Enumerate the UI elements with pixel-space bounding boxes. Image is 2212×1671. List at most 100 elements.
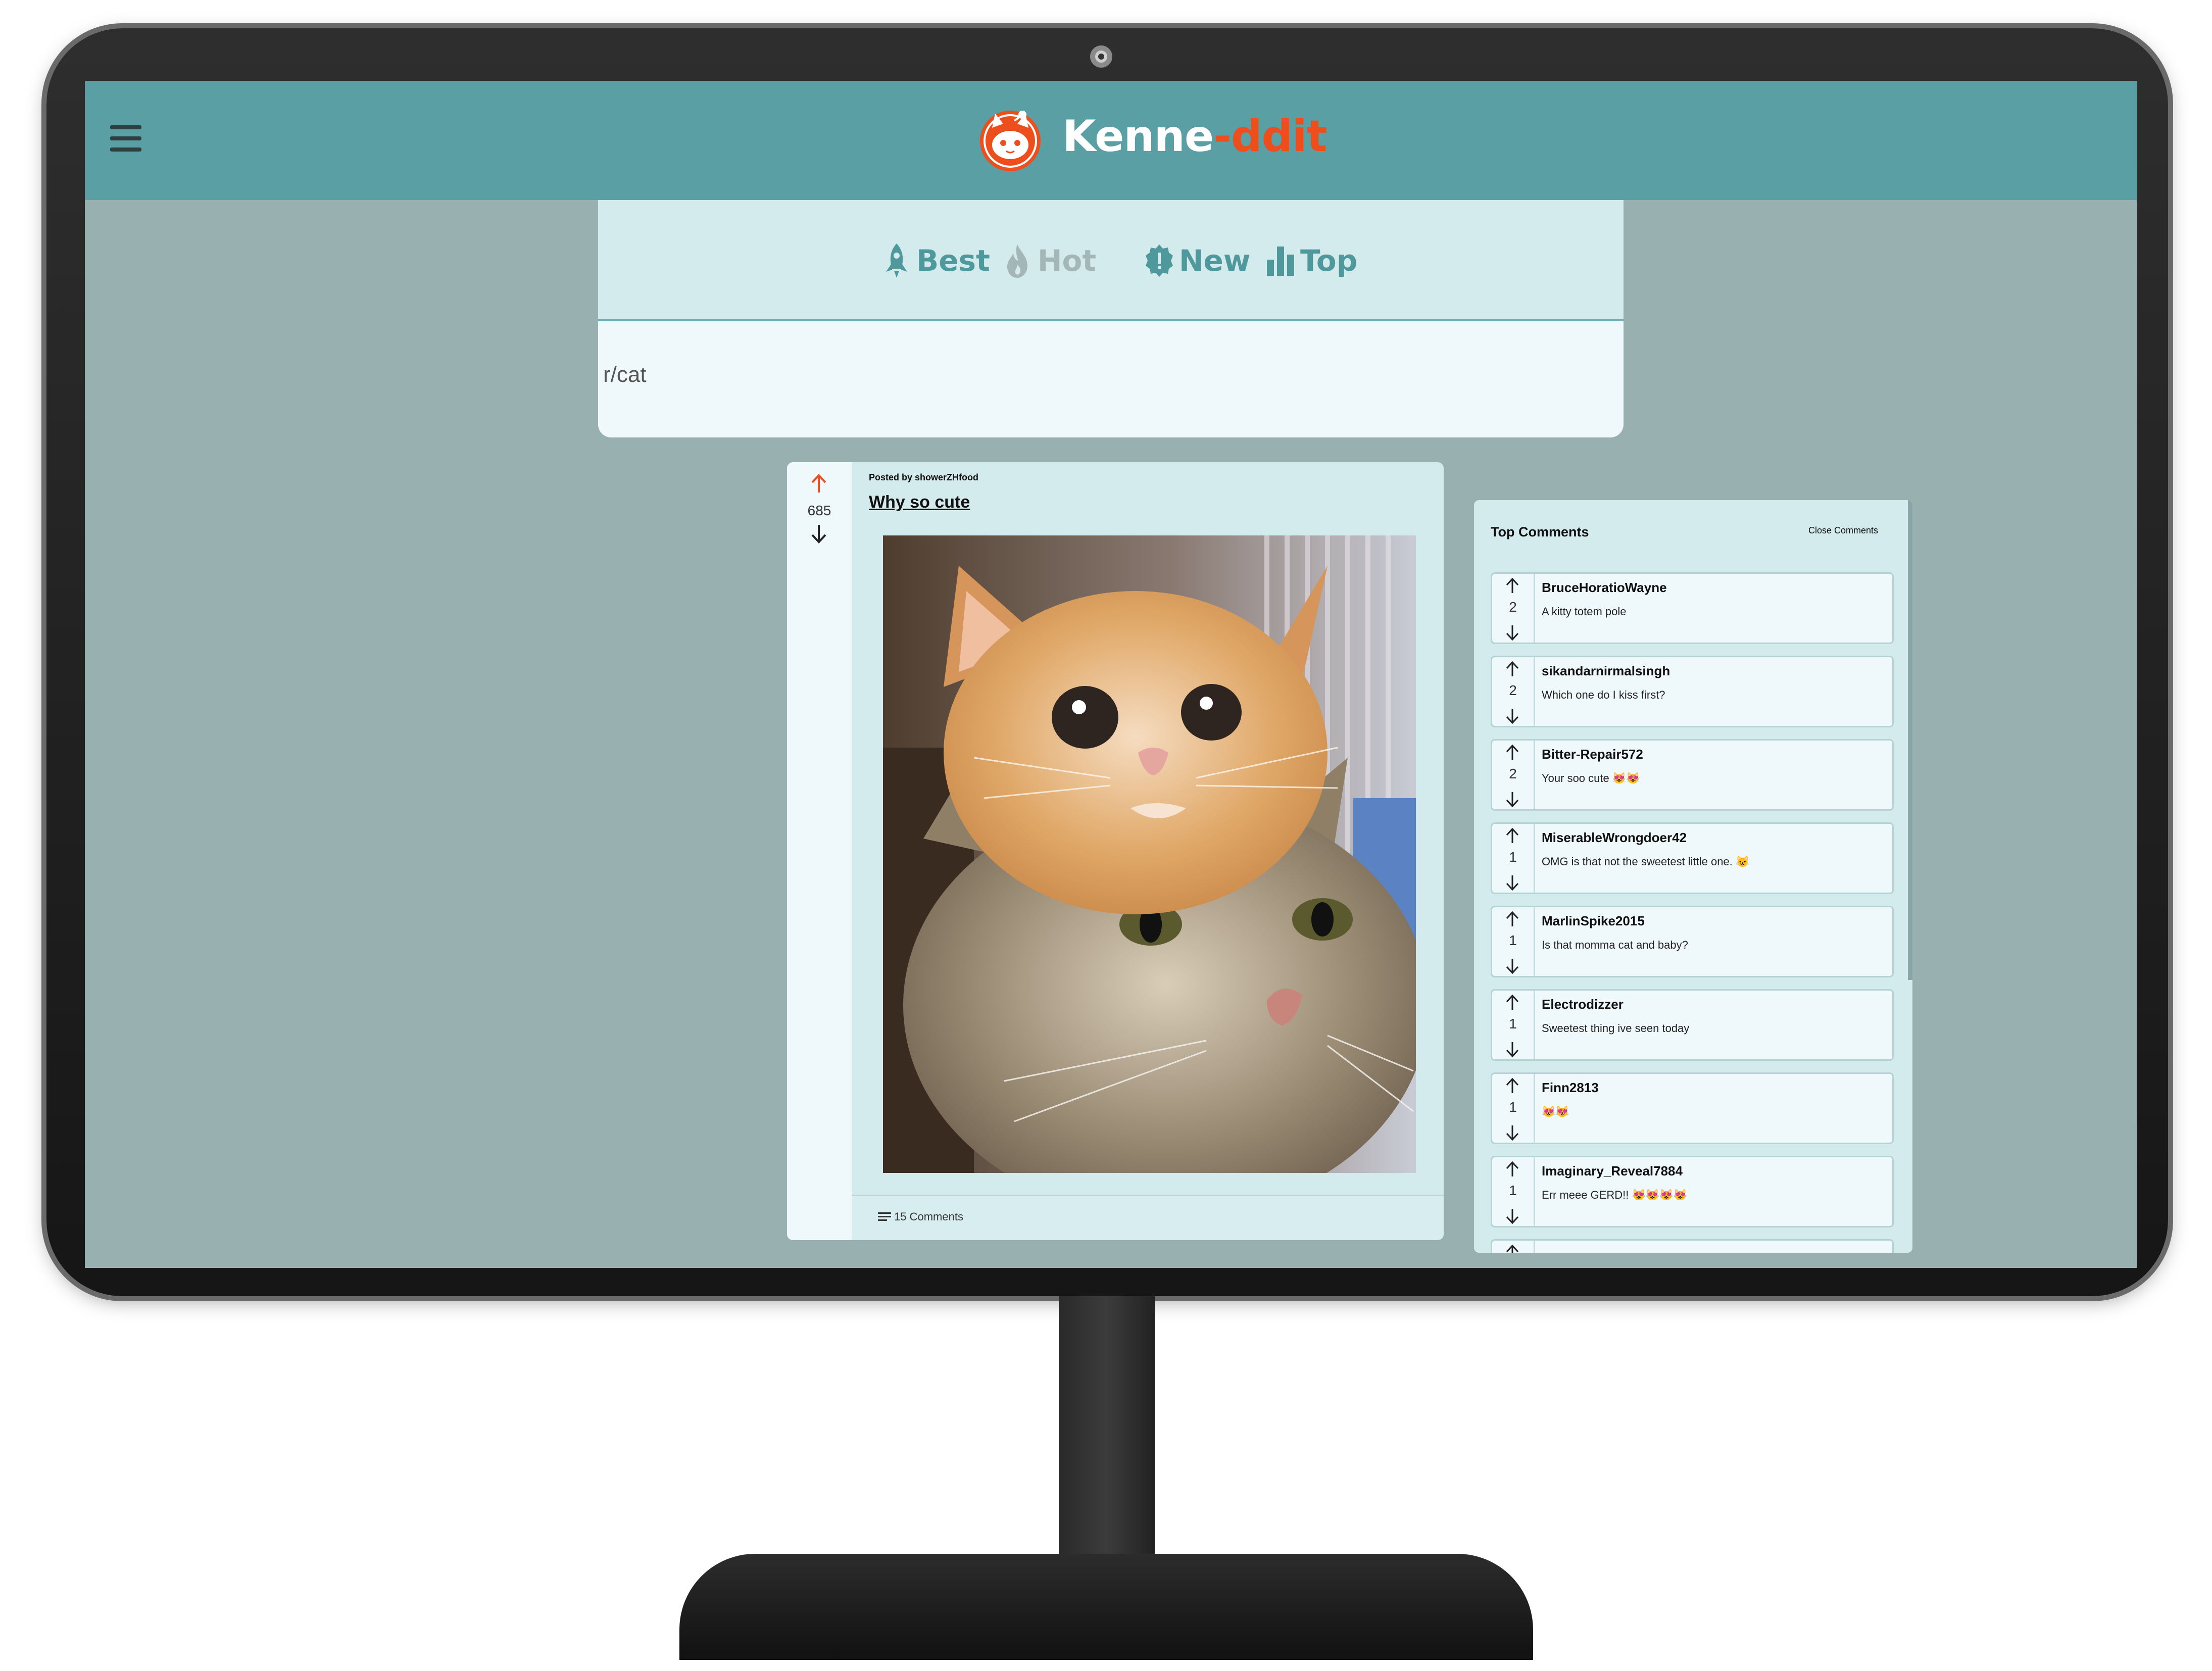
app-screen: Kenne-ddit Best Hot New Top r/cat 685 Po… xyxy=(85,81,2137,1268)
comment-text: OMG is that not the sweetest little one.… xyxy=(1542,855,1750,868)
comment-vote-column: 1 xyxy=(1492,907,1535,976)
brand-accent: -ddit xyxy=(1213,111,1327,162)
comment-author: Electrodizzer xyxy=(1542,997,1624,1012)
comment-vote-column: 2 xyxy=(1492,657,1535,726)
hamburger-menu-icon[interactable] xyxy=(110,125,141,152)
comment-upvote-icon[interactable] xyxy=(1503,577,1521,595)
comment-score: 1 xyxy=(1509,932,1517,948)
comment-item: 2 BruceHoratioWayne A kitty totem pole xyxy=(1491,572,1894,644)
monitor-stand-base xyxy=(679,1554,1533,1660)
comment-downvote-icon[interactable] xyxy=(1503,790,1521,808)
flame-icon xyxy=(1007,244,1027,278)
comment-downvote-icon[interactable] xyxy=(1503,873,1521,892)
comment-item: 1 Finn2813 😻😻 xyxy=(1491,1072,1894,1144)
filter-hot[interactable]: Hot xyxy=(1002,240,1096,281)
brand-title: Kenne-ddit xyxy=(1062,111,1328,162)
comment-upvote-icon[interactable] xyxy=(1503,1160,1521,1178)
cat-logo-icon[interactable] xyxy=(979,104,1042,172)
comment-author: sikandarnirmalsingh xyxy=(1542,663,1670,678)
comment-vote-column: 1 xyxy=(1492,1157,1535,1226)
comments-list-icon xyxy=(878,1212,891,1221)
new-badge-icon xyxy=(1146,244,1173,277)
comment-downvote-icon[interactable] xyxy=(1503,1123,1521,1142)
comment-upvote-icon[interactable] xyxy=(1503,827,1521,845)
comment-author: Bitter-Repair572 xyxy=(1542,747,1643,762)
comment-upvote-icon[interactable] xyxy=(1503,910,1521,928)
comment-author: Imaginary_Reveal7884 xyxy=(1542,1163,1683,1178)
comments-count-label: 15 Comments xyxy=(894,1210,963,1223)
filter-tabs: Best Hot New Top xyxy=(598,200,1624,321)
comment-downvote-icon[interactable] xyxy=(1503,1040,1521,1058)
comment-score: 1 xyxy=(1509,1016,1517,1031)
close-comments-button[interactable]: Close Comments xyxy=(1808,525,1878,536)
comment-vote-column: 2 xyxy=(1492,574,1535,643)
post-title[interactable]: Why so cute xyxy=(869,493,970,512)
comment-item: 1 Imaginary_Reveal7884 Err meee GERD!! 😻… xyxy=(1491,1156,1894,1227)
comment-score: 2 xyxy=(1509,766,1517,781)
filter-top-label: Top xyxy=(1300,243,1358,278)
comment-downvote-icon[interactable] xyxy=(1503,1207,1521,1225)
top-bar: Kenne-ddit xyxy=(85,81,2137,200)
comment-upvote-icon[interactable] xyxy=(1503,744,1521,762)
comment-score: 2 xyxy=(1509,599,1517,615)
post-author: Posted by showerZHfood xyxy=(869,472,979,482)
comment-author: BruceHoratioWayne xyxy=(1542,580,1667,595)
comment-item: 2 Bitter-Repair572 Your soo cute 😻😻 xyxy=(1491,739,1894,811)
comment-vote-column: 2 xyxy=(1492,741,1535,809)
comment-vote-column: 1 xyxy=(1492,824,1535,893)
subreddit-search-input[interactable] xyxy=(602,352,1109,398)
post-card: 685 Posted by showerZHfood Why so cute 1… xyxy=(787,462,1444,1240)
filter-card: Best Hot New Top r/cat xyxy=(598,200,1624,437)
comment-text: Which one do I kiss first? xyxy=(1542,689,1665,701)
brand-main: Kenne xyxy=(1062,111,1214,162)
comment-author: Finn2813 xyxy=(1542,1080,1599,1095)
webcam-icon xyxy=(1090,45,1112,68)
comment-author: MarlinSpike2015 xyxy=(1542,913,1645,928)
filter-best[interactable]: Best xyxy=(881,240,990,281)
comment-text: Is that momma cat and baby? xyxy=(1542,939,1688,951)
bar-chart-icon xyxy=(1267,247,1294,276)
comment-score: 1 xyxy=(1509,1099,1517,1115)
post-image[interactable] xyxy=(883,535,1416,1173)
comment-text: A kitty totem pole xyxy=(1542,605,1627,618)
subreddit-search-area xyxy=(598,321,1624,437)
comment-score: 1 xyxy=(1509,1183,1517,1198)
comment-vote-column xyxy=(1492,1241,1535,1253)
comment-item: 1 MarlinSpike2015 Is that momma cat and … xyxy=(1491,906,1894,977)
comment-item: 2 sikandarnirmalsingh Which one do I kis… xyxy=(1491,656,1894,727)
comment-downvote-icon[interactable] xyxy=(1503,957,1521,975)
rocket-icon xyxy=(886,243,907,278)
filter-top[interactable]: Top xyxy=(1265,240,1357,281)
comment-upvote-icon[interactable] xyxy=(1503,1244,1521,1253)
filter-best-label: Best xyxy=(916,243,990,278)
comment-text: Sweetest thing ive seen today xyxy=(1542,1022,1690,1035)
monitor-stand-neck xyxy=(1059,1296,1155,1559)
post-footer: 15 Comments xyxy=(852,1195,1444,1240)
comment-text: Your soo cute 😻😻 xyxy=(1542,772,1640,784)
comment-text: Err meee GERD!! 😻😻😻😻 xyxy=(1542,1189,1688,1201)
comments-toggle-button[interactable]: 15 Comments xyxy=(878,1210,963,1223)
comment-vote-column: 1 xyxy=(1492,991,1535,1059)
comment-upvote-icon[interactable] xyxy=(1503,1077,1521,1095)
post-score: 685 xyxy=(807,503,831,518)
comment-item: 1 MiserableWrongdoer42 OMG is that not t… xyxy=(1491,822,1894,894)
comment-author: MiserableWrongdoer42 xyxy=(1542,830,1687,845)
comments-panel-title: Top Comments xyxy=(1491,524,1589,539)
comment-score: 2 xyxy=(1509,682,1517,698)
comment-upvote-icon[interactable] xyxy=(1503,660,1521,678)
comment-text: 😻😻 xyxy=(1542,1105,1569,1118)
comment-downvote-icon[interactable] xyxy=(1503,623,1521,642)
comment-downvote-icon[interactable] xyxy=(1503,707,1521,725)
filter-new-label: New xyxy=(1179,243,1251,278)
comment-item: 1 Electrodizzer Sweetest thing ive seen … xyxy=(1491,989,1894,1061)
comment-vote-column: 1 xyxy=(1492,1074,1535,1143)
comment-score: 1 xyxy=(1509,849,1517,865)
filter-new[interactable]: New xyxy=(1144,240,1250,281)
downvote-arrow-icon[interactable] xyxy=(807,522,830,545)
comments-panel[interactable]: Top Comments Close Comments 2 BruceHorat… xyxy=(1474,500,1912,1253)
comment-upvote-icon[interactable] xyxy=(1503,994,1521,1012)
comment-item-partial xyxy=(1491,1239,1894,1253)
filter-hot-label: Hot xyxy=(1038,243,1097,278)
post-vote-column: 685 xyxy=(787,462,852,1240)
upvote-arrow-icon[interactable] xyxy=(807,472,830,496)
